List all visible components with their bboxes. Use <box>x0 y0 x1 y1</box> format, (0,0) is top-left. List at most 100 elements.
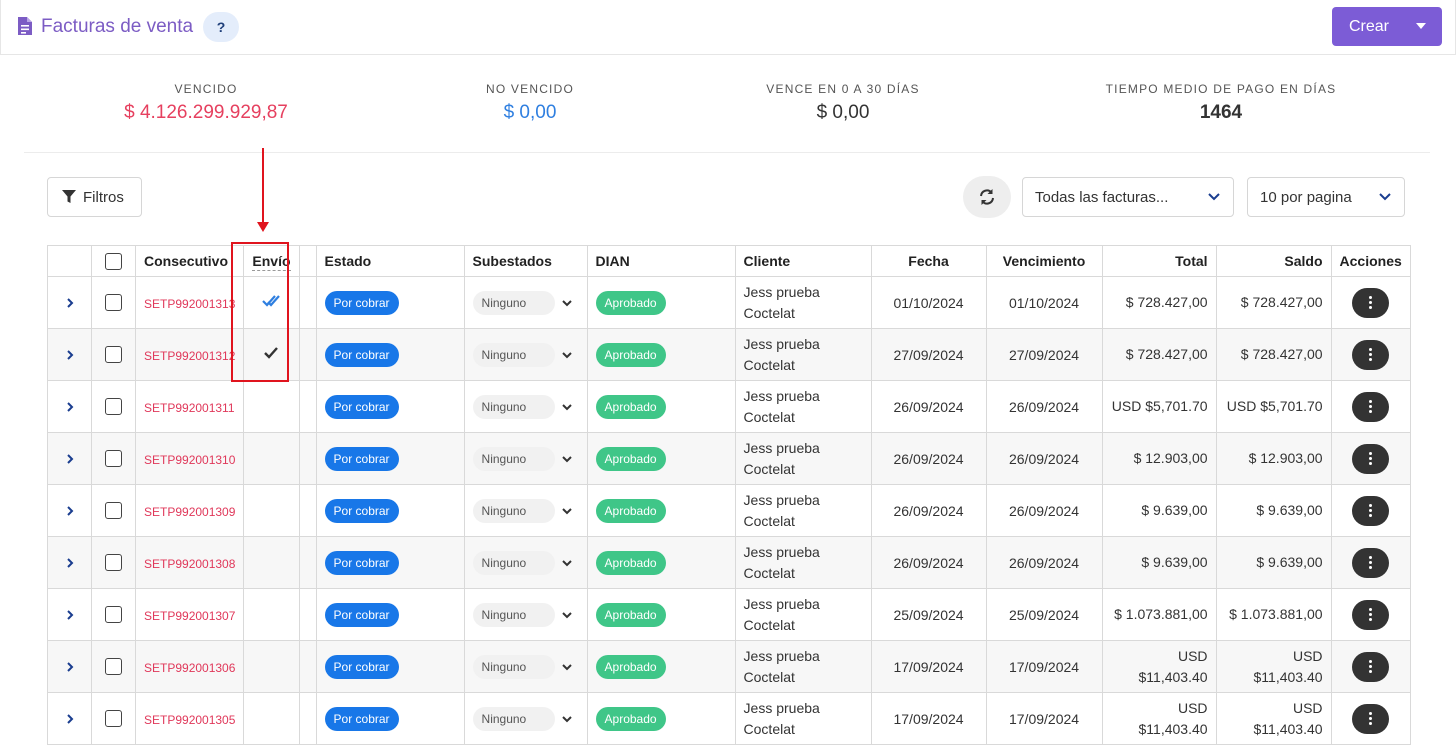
row-actions-button[interactable] <box>1352 287 1390 318</box>
expand-row-button[interactable] <box>47 536 92 589</box>
client-company: Coctelat <box>743 616 795 633</box>
table-row[interactable]: SETP992001311 Por cobrar Ninguno Aprobado Je… <box>47 380 1411 433</box>
status-badge: Por cobrar <box>324 654 399 679</box>
substate-select[interactable]: Ninguno <box>472 706 572 731</box>
table-row[interactable]: SETP992001310 Por cobrar Ninguno Aprobado Je… <box>47 432 1411 485</box>
row-actions-button[interactable] <box>1352 339 1390 370</box>
invoice-number-link[interactable]: SETP992001311 <box>144 401 235 415</box>
estado-cell: Por cobrar <box>315 380 465 433</box>
row-checkbox[interactable] <box>105 346 122 364</box>
filters-button[interactable]: Filtros <box>47 177 142 217</box>
table-row[interactable]: SETP992001305 Por cobrar Ninguno Aprobado Je… <box>47 692 1411 745</box>
column-header-total[interactable]: Total <box>1101 245 1217 277</box>
row-checkbox[interactable] <box>105 606 122 624</box>
row-checkbox[interactable] <box>105 450 122 468</box>
invoice-number-link[interactable]: SETP992001306 <box>144 661 235 675</box>
dian-cell: Aprobado <box>586 536 736 589</box>
invoice-number-link[interactable]: SETP992001308 <box>144 557 235 571</box>
total-cell: $ 1.073.881,00 <box>1101 588 1217 641</box>
envio-cell <box>243 484 300 537</box>
row-checkbox[interactable] <box>105 710 122 728</box>
vencimiento-cell: 26/09/2024 <box>985 380 1103 433</box>
expand-row-button[interactable] <box>47 484 92 537</box>
substate-select[interactable]: Ninguno <box>472 290 572 315</box>
saldo-cell: USD $5,701.70 <box>1215 380 1332 433</box>
fecha-cell: 01/10/2024 <box>870 276 987 329</box>
row-actions-button[interactable] <box>1352 703 1390 734</box>
saldo-value-line2: $11,403.40 <box>1253 720 1323 737</box>
annotation-arrow <box>262 148 264 224</box>
column-header-consecutivo[interactable]: Consecutivo <box>134 245 245 277</box>
acciones-cell <box>1330 432 1411 485</box>
substate-select[interactable]: Ninguno <box>472 654 572 679</box>
column-header-saldo[interactable]: Saldo <box>1215 245 1332 277</box>
table-row[interactable]: SETP992001307 Por cobrar Ninguno Aprobado Je… <box>47 588 1411 641</box>
expand-row-button[interactable] <box>47 432 92 485</box>
row-checkbox[interactable] <box>105 398 122 416</box>
row-actions-button[interactable] <box>1352 651 1390 682</box>
column-header-dian[interactable]: DIAN <box>586 245 736 277</box>
row-checkbox[interactable] <box>105 658 122 676</box>
subestado-cell: Ninguno <box>463 588 588 641</box>
select-all-cell <box>91 245 136 277</box>
row-actions-button[interactable] <box>1352 443 1390 474</box>
annotation-highlight-box <box>231 242 289 382</box>
table-row[interactable]: SETP992001309 Por cobrar Ninguno Aprobado Je… <box>47 484 1411 537</box>
chevron-down-icon <box>561 715 572 722</box>
kpi-label: NO VENCIDO <box>485 82 574 96</box>
spacer-cell <box>298 692 317 745</box>
vencimiento-cell: 01/10/2024 <box>985 276 1103 329</box>
expand-row-button[interactable] <box>47 640 92 693</box>
kpi-vencido: VENCIDO $ 4.126.299.929,87 <box>106 82 306 124</box>
chevron-down-icon <box>561 299 572 306</box>
row-actions-button[interactable] <box>1352 391 1390 422</box>
substate-select[interactable]: Ninguno <box>472 498 572 523</box>
row-select-cell <box>91 588 136 641</box>
substate-select[interactable]: Ninguno <box>472 342 572 367</box>
invoice-number-link[interactable]: SETP992001313 <box>144 297 235 311</box>
help-button[interactable]: ? <box>203 12 239 42</box>
table-row[interactable]: SETP992001308 Por cobrar Ninguno Aprobado Je… <box>47 536 1411 589</box>
column-header-cliente[interactable]: Cliente <box>734 245 872 277</box>
row-actions-button[interactable] <box>1352 495 1390 526</box>
column-header-vencimiento[interactable]: Vencimiento <box>985 245 1103 277</box>
acciones-cell <box>1330 328 1411 381</box>
column-header-estado[interactable]: Estado <box>315 245 465 277</box>
row-checkbox[interactable] <box>105 294 122 312</box>
expand-row-button[interactable] <box>47 380 92 433</box>
substate-select[interactable]: Ninguno <box>472 394 572 419</box>
total-value: $ 728.427,00 <box>1125 346 1208 362</box>
column-header-subestados[interactable]: Subestados <box>463 245 588 277</box>
invoice-number-link[interactable]: SETP992001307 <box>144 609 235 623</box>
invoice-number-link[interactable]: SETP992001305 <box>144 713 235 727</box>
row-checkbox[interactable] <box>105 554 122 572</box>
row-actions-button[interactable] <box>1352 599 1390 630</box>
substate-select[interactable]: Ninguno <box>472 446 572 471</box>
substate-select[interactable]: Ninguno <box>472 550 572 575</box>
expand-row-button[interactable] <box>47 328 92 381</box>
cliente-cell: Jess prueba Coctelat <box>734 432 872 485</box>
fecha-cell: 26/09/2024 <box>870 432 987 485</box>
column-header-fecha[interactable]: Fecha <box>870 245 987 277</box>
select-all-checkbox[interactable] <box>105 252 122 270</box>
saldo-value: $ 12.903,00 <box>1248 450 1323 466</box>
client-name: Jess prueba <box>743 595 820 612</box>
refresh-button[interactable] <box>963 176 1011 218</box>
page-size-select[interactable]: 10 por pagina <box>1247 177 1405 217</box>
invoice-number-link[interactable]: SETP992001309 <box>144 505 235 519</box>
table-row[interactable]: SETP992001306 Por cobrar Ninguno Aprobado Je… <box>47 640 1411 693</box>
create-button[interactable]: Crear <box>1332 7 1442 46</box>
expand-row-button[interactable] <box>47 692 92 745</box>
chevron-right-icon <box>66 713 73 724</box>
invoice-number-link[interactable]: SETP992001310 <box>144 453 235 467</box>
row-checkbox[interactable] <box>105 502 122 520</box>
dian-cell: Aprobado <box>586 380 736 433</box>
invoice-number-link[interactable]: SETP992001312 <box>144 349 235 363</box>
expand-row-button[interactable] <box>47 276 92 329</box>
row-select-cell <box>91 640 136 693</box>
chevron-down-icon[interactable] <box>1416 23 1426 29</box>
substate-select[interactable]: Ninguno <box>472 602 572 627</box>
expand-row-button[interactable] <box>47 588 92 641</box>
invoice-filter-select[interactable]: Todas las facturas... <box>1022 177 1234 217</box>
row-actions-button[interactable] <box>1352 547 1390 578</box>
